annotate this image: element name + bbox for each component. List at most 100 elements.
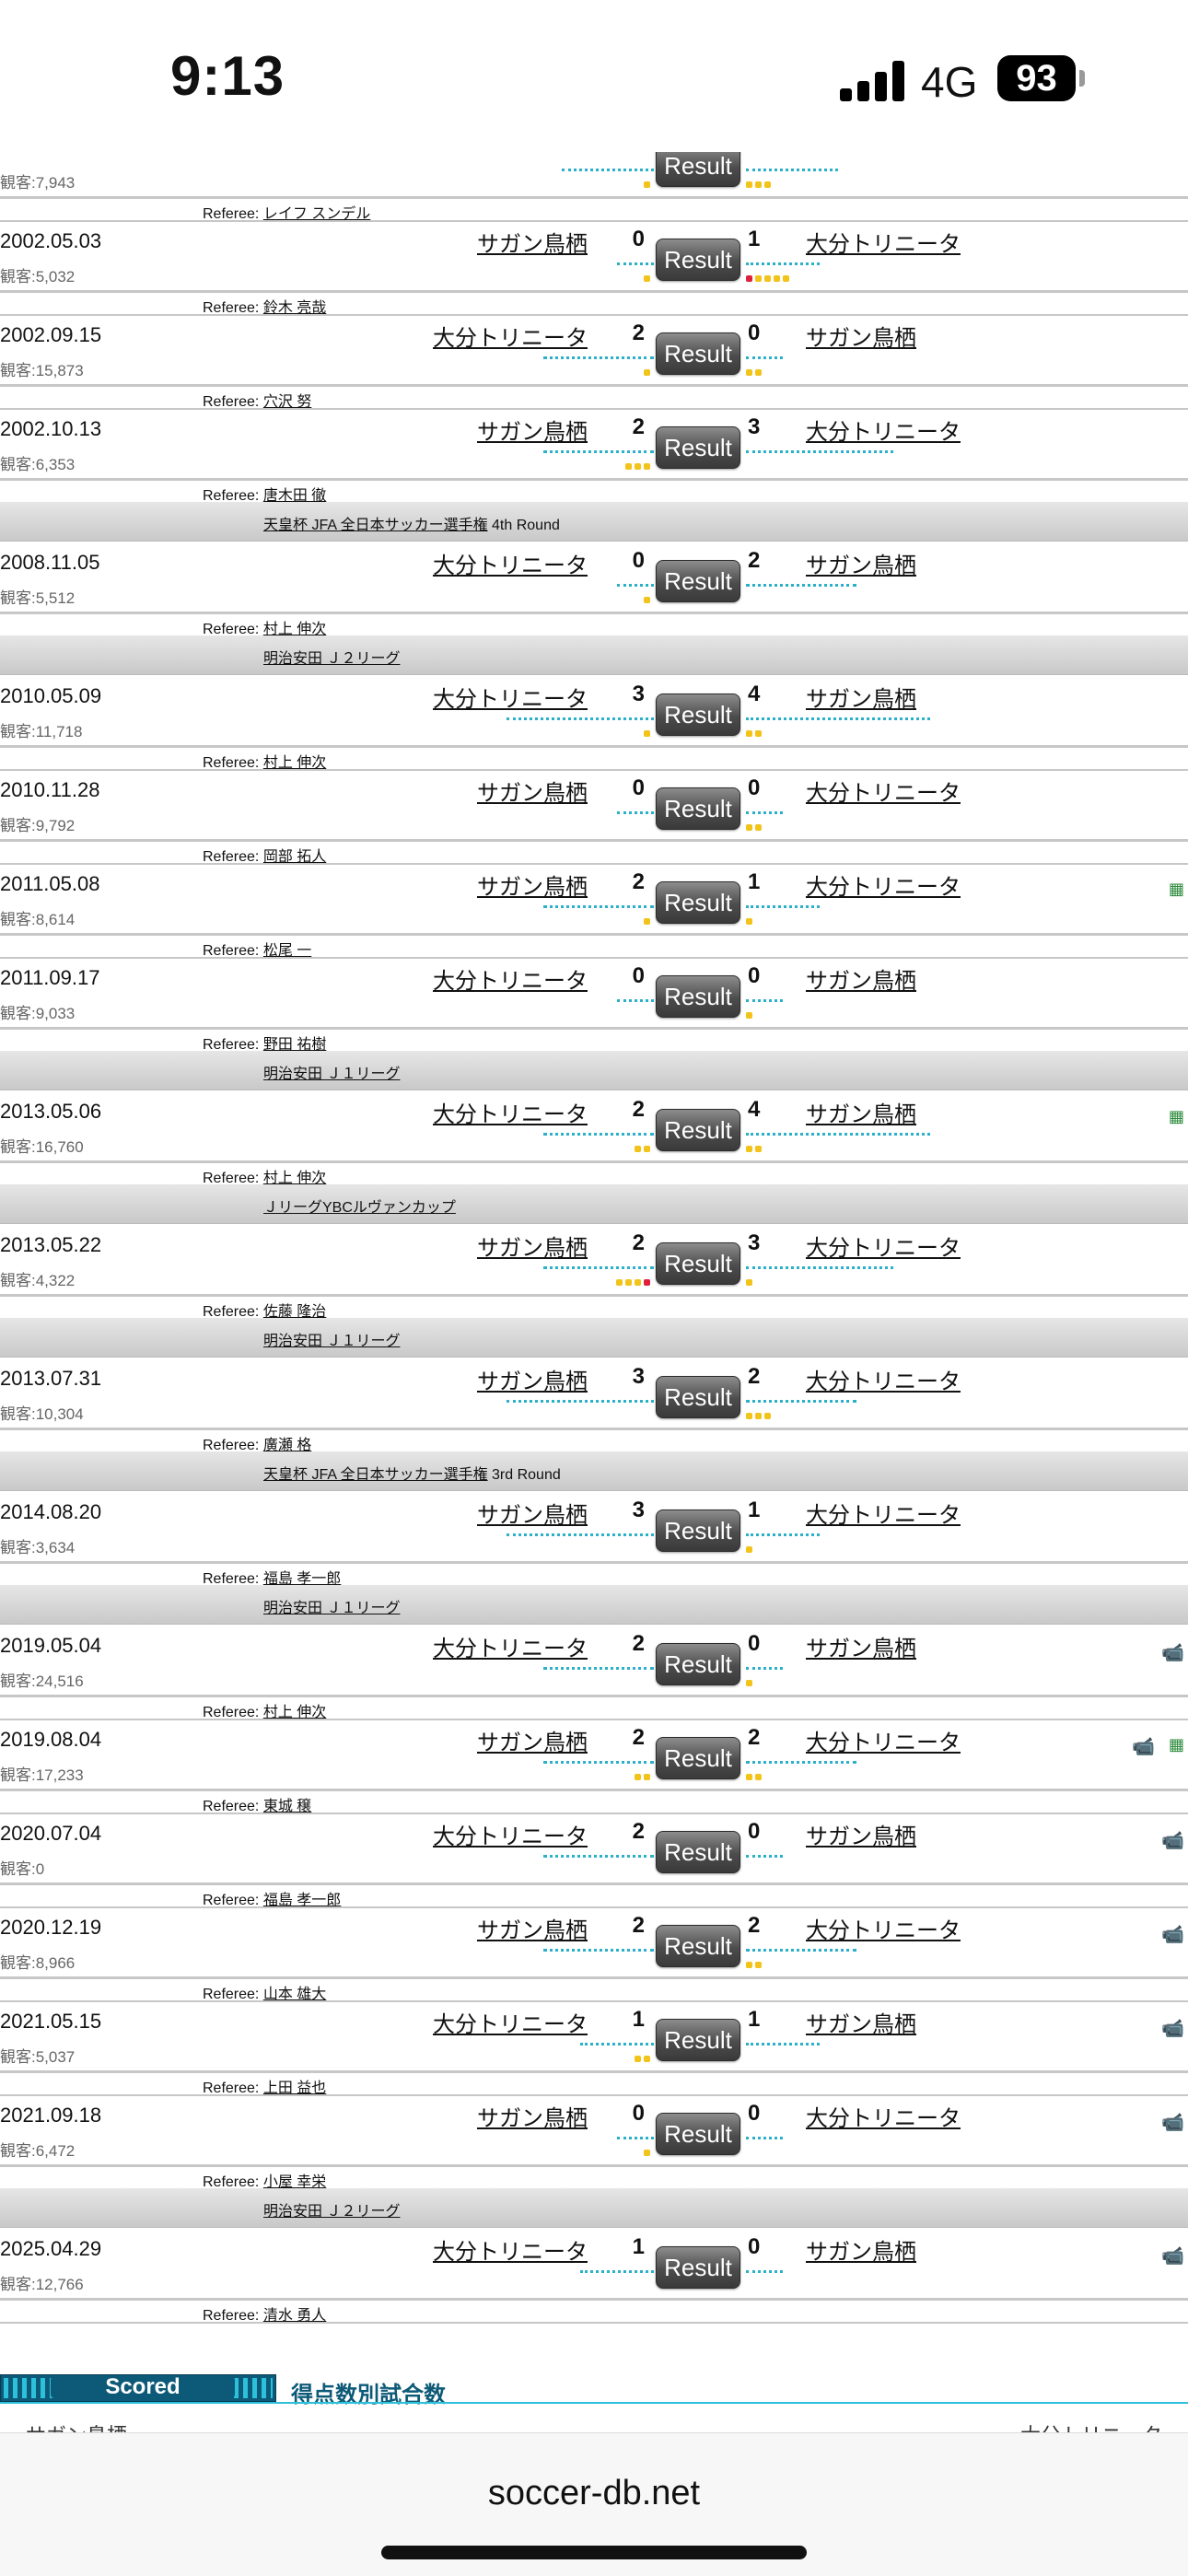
result-button[interactable]: Result [656,1831,740,1873]
away-cards [746,824,762,832]
referee-row: Referee: 東城 穣 [0,1791,1188,1814]
match-date: 2014.08.20 [0,1500,102,1523]
home-team-link[interactable]: 大分トリニータ [433,962,588,995]
away-team-link[interactable]: 大分トリニータ [806,1363,961,1395]
away-team-link[interactable]: 大分トリニータ [806,868,961,901]
yellow-card-icon [644,2150,650,2156]
result-button[interactable]: Result [656,787,740,830]
result-button[interactable]: Result [656,1737,740,1779]
video-camera-icon[interactable]: 📹 [1161,1641,1184,1664]
away-team-link[interactable]: 大分トリニータ [806,226,961,258]
home-team-link[interactable]: 大分トリニータ [433,2006,588,2038]
home-team-link[interactable]: 大分トリニータ [433,1630,588,1662]
away-team-link[interactable]: サガン鳥栖 [806,2233,916,2266]
home-team-link[interactable]: 大分トリニータ [433,2233,588,2266]
yellow-card-icon [746,1146,752,1152]
home-team-link[interactable]: 大分トリニータ [433,681,588,713]
soccer-field-icon[interactable]: ▦ [1169,880,1184,899]
video-camera-icon[interactable]: 📹 [1161,1923,1184,1946]
result-button[interactable]: Result [656,1925,740,1967]
home-team-link[interactable]: サガン鳥栖 [477,1230,588,1262]
result-button[interactable]: Result [656,694,740,736]
away-team-link[interactable]: サガン鳥栖 [806,1818,916,1850]
video-camera-icon[interactable]: 📹 [1161,2111,1184,2134]
result-button[interactable]: Result [656,1509,740,1552]
result-button[interactable]: Result [656,152,740,187]
match-attendance: 観客:5,512 [0,589,76,607]
home-cards [644,918,650,926]
result-button[interactable]: Result [656,1643,740,1685]
home-team-link[interactable]: サガン鳥栖 [477,226,588,258]
away-team-link[interactable]: サガン鳥栖 [806,962,916,995]
result-button[interactable]: Result [656,975,740,1018]
video-camera-icon[interactable]: 📹 [1161,2017,1184,2040]
home-goal-timeline [543,356,654,359]
away-team-link[interactable]: サガン鳥栖 [806,2006,916,2038]
away-team-link[interactable]: サガン鳥栖 [806,320,916,352]
competition-link[interactable]: 天皇杯 JFA 全日本サッカー選手権 [263,518,488,533]
home-team-link[interactable]: 大分トリニータ [433,1818,588,1850]
home-team-link[interactable]: サガン鳥栖 [477,775,588,807]
away-team-link[interactable]: 大分トリニータ [806,1724,961,1756]
away-team-link[interactable]: 大分トリニータ [806,1912,961,1944]
video-camera-icon[interactable]: 📹 [1132,1735,1155,1758]
home-score: 2 [632,1913,645,1938]
url-bar[interactable]: soccer-db.net [0,2474,1188,2513]
home-team-link[interactable]: 大分トリニータ [433,1096,588,1128]
result-button[interactable]: Result [656,426,740,469]
away-team-link[interactable]: 大分トリニータ [806,414,961,446]
result-button[interactable]: Result [656,1109,740,1151]
home-team-link[interactable]: サガン鳥栖 [477,414,588,446]
result-button[interactable]: Result [656,2019,740,2061]
match-date: 2002.05.03 [0,229,102,252]
competition-link[interactable]: 明治安田 Ｊ１リーグ [263,1334,400,1349]
soccer-field-icon[interactable]: ▦ [1169,1735,1184,1754]
match-row: 2014.08.20 観客:3,634 サガン鳥栖 3 Result 1 大分トリニータ Re… [0,1491,1188,1587]
away-team-link[interactable]: 大分トリニータ [806,1497,961,1529]
away-goal-timeline [746,1533,820,1536]
home-team-link[interactable]: サガン鳥栖 [477,1363,588,1395]
away-team-link[interactable]: サガン鳥栖 [806,1630,916,1662]
home-cards [644,275,650,283]
referee-name-link[interactable]: 清水 勇人 [263,2308,326,2324]
yellow-card-icon [635,2056,641,2062]
result-button[interactable]: Result [656,881,740,924]
competition-link[interactable]: 明治安田 Ｊ２リーグ [263,651,400,667]
match-main: 2025.04.29 観客:12,766 大分トリニータ 1 Result 0 サガン鳥栖 📹 [0,2228,1188,2301]
home-team-link[interactable]: サガン鳥栖 [477,1912,588,1944]
yellow-card-icon [746,824,752,831]
competition-link[interactable]: 天皇杯 JFA 全日本サッカー選手権 [263,1467,488,1483]
result-button[interactable]: Result [656,1242,740,1285]
result-button[interactable]: Result [656,2113,740,2155]
home-team-link[interactable]: サガン鳥栖 [477,2100,588,2132]
competition-link[interactable]: 明治安田 Ｊ１リーグ [263,1601,400,1616]
competition-link[interactable]: 明治安田 Ｊ１リーグ [263,1067,400,1082]
video-camera-icon[interactable]: 📹 [1161,1829,1184,1852]
result-button[interactable]: Result [656,1376,740,1418]
away-team-link[interactable]: 大分トリニータ [806,775,961,807]
result-button[interactable]: Result [656,239,740,281]
result-button[interactable]: Result [656,2246,740,2289]
away-score: 0 [748,963,761,988]
away-team-link[interactable]: 大分トリニータ [806,1230,961,1262]
soccer-field-icon[interactable]: ▦ [1169,1107,1184,1126]
home-team-link[interactable]: サガン鳥栖 [477,868,588,901]
away-team-link[interactable]: サガン鳥栖 [806,681,916,713]
home-team-link[interactable]: サガン鳥栖 [477,1497,588,1529]
away-cards [746,181,771,189]
home-team-link[interactable]: 大分トリニータ [433,547,588,579]
result-button[interactable]: Result [656,560,740,602]
home-team-link[interactable]: 大分トリニータ [433,320,588,352]
home-team-link[interactable]: サガン鳥栖 [477,1724,588,1756]
video-camera-icon[interactable]: 📹 [1161,2244,1184,2267]
home-indicator[interactable] [381,2546,807,2559]
competition-link[interactable]: ＪリーグYBCルヴァンカップ [263,1200,456,1216]
away-team-link[interactable]: サガン鳥栖 [806,547,916,579]
away-team-link[interactable]: 大分トリニータ [806,2100,961,2132]
competition-link[interactable]: 明治安田 Ｊ２リーグ [263,2204,400,2220]
away-goal-timeline [746,1133,930,1136]
away-goal-timeline [746,1400,856,1403]
away-team-link[interactable]: サガン鳥栖 [806,1096,916,1128]
yellow-card-icon [746,1413,752,1419]
result-button[interactable]: Result [656,332,740,375]
